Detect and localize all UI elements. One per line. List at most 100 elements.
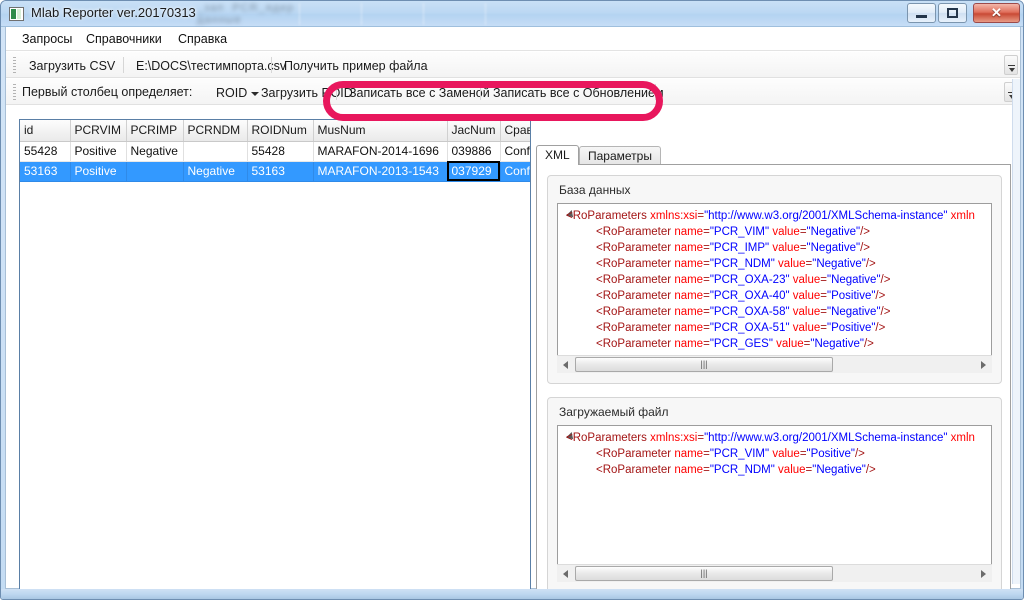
xml-root-value: "http://www.w3.org/2001/XMLSchema-instan…: [704, 432, 948, 444]
xml-child-tag: <RoParameter: [596, 338, 675, 350]
xml-viewer-database[interactable]: <RoParameters xmlns:xsi = "http://www.w3.o…: [557, 203, 992, 363]
xml-content-file: <RoParameters xmlns:xsi = "http://www.w3.o…: [558, 430, 991, 478]
column-header-musnum[interactable]: MusNum: [313, 120, 448, 142]
table-row[interactable]: 55428 Positive Negative 55428 MARAFON-20…: [20, 141, 530, 162]
xml-child-tag: <RoParameter: [596, 306, 675, 318]
menu-item-queries[interactable]: Запросы: [16, 31, 78, 48]
xml-root-tag: <RoParameters: [566, 432, 651, 444]
xml-child-line: <RoParameter name="PCR_NDM" value="Negat…: [558, 462, 991, 478]
cell-musnum[interactable]: MARAFON-2013-1543: [313, 161, 448, 182]
xml-root-attr2: xmln: [947, 210, 975, 222]
cell-compare[interactable]: Conflict: [500, 161, 530, 182]
scroll-left-arrow-icon[interactable]: [557, 356, 574, 373]
xml-eq: =: [703, 464, 710, 476]
toolbar-grip-icon[interactable]: [13, 57, 16, 73]
cell-pcrimp[interactable]: [126, 161, 184, 182]
xml-eq: =: [703, 226, 710, 238]
xml-file-horizontal-scrollbar[interactable]: |||: [557, 564, 992, 582]
scroll-right-arrow-icon[interactable]: [975, 356, 992, 373]
cell-pcrndm[interactable]: [183, 141, 248, 162]
cell-roidnum[interactable]: 53163: [247, 161, 314, 182]
data-grid[interactable]: id PCRVIM PCRIMP PCRNDM ROIDNum MusNum J…: [19, 119, 531, 599]
table-row[interactable]: 53163 Positive Negative 53163 MARAFON-20…: [20, 161, 530, 182]
xml-child-tag: <RoParameter: [596, 464, 675, 476]
load-csv-button[interactable]: Загрузить CSV: [22, 55, 122, 75]
tab-parameters[interactable]: Параметры: [579, 146, 661, 164]
xml-val-name: value: [792, 322, 821, 334]
cell-musnum[interactable]: MARAFON-2014-1696: [313, 141, 448, 162]
xml-val-value: "Negative": [812, 258, 866, 270]
window-title: Mlab Reporter ver.20170313: [31, 5, 196, 20]
cell-roidnum[interactable]: 55428: [247, 141, 314, 162]
cell-pcrvim[interactable]: Positive: [70, 141, 127, 162]
xml-val-value: "Positive": [826, 290, 876, 302]
xml-self-close: />: [865, 464, 876, 476]
column-header-pcrimp[interactable]: PCRIMP: [126, 120, 184, 142]
cell-id[interactable]: 55428: [20, 141, 71, 162]
scroll-thumb-grip: |||: [700, 359, 708, 369]
xml-eq: =: [703, 306, 710, 318]
cell-pcrimp[interactable]: Negative: [126, 141, 184, 162]
cell-pcrndm[interactable]: Negative: [183, 161, 248, 182]
client-area: Запросы Справочники Справка Загрузить CS…: [5, 27, 1021, 599]
xml-attr-name: name: [674, 226, 704, 238]
write-all-update-button[interactable]: Записать все с Обновлением: [486, 82, 671, 102]
xml-self-close: />: [880, 306, 891, 318]
get-sample-file-button[interactable]: Получить пример файла: [277, 55, 435, 75]
xml-root-attr: xmlns:xsi: [650, 210, 698, 222]
xml-eq: =: [703, 322, 710, 334]
minimize-icon: [908, 4, 935, 22]
maximize-button[interactable]: [938, 3, 967, 23]
cell-jacnum[interactable]: 037929: [447, 161, 501, 182]
title-ghost-gridlines: [191, 1, 1021, 27]
xml-child-tag: <RoParameter: [596, 258, 675, 270]
close-button[interactable]: ✕: [973, 3, 1020, 23]
write-all-replace-button[interactable]: Записать все с Заменой: [342, 82, 497, 102]
xml-root-value: "http://www.w3.org/2001/XMLSchema-instan…: [704, 210, 948, 222]
tab-strip: XML Параметры: [536, 145, 1011, 165]
cell-id[interactable]: 53163: [20, 161, 71, 182]
toolbar-separator: [480, 84, 481, 100]
groupbox-loaded-file-title: Загружаемый файл: [559, 405, 669, 419]
groupbox-database-title: База данных: [559, 183, 631, 197]
column-header-id[interactable]: id: [20, 120, 71, 142]
column-header-compare[interactable]: Сравнен: [500, 120, 530, 142]
tab-xml[interactable]: XML: [536, 145, 579, 165]
column-header-pcrndm[interactable]: PCRNDM: [183, 120, 248, 142]
xml-val-value: "Negative": [826, 306, 881, 318]
xml-self-close: />: [875, 290, 886, 302]
cell-jacnum[interactable]: 039886: [447, 141, 501, 162]
xml-self-close: />: [865, 258, 876, 270]
csv-path-label[interactable]: E:\DOCS\тестимпорта.csv: [129, 55, 293, 75]
xml-viewer-file[interactable]: <RoParameters xmlns:xsi = "http://www.w3.o…: [557, 425, 992, 572]
groupbox-database: База данных <RoParameters xmlns:xsi = "htt…: [547, 175, 1002, 384]
toolbar-overflow-button[interactable]: [1004, 55, 1018, 75]
xml-val-value: "Negative": [826, 274, 881, 286]
xml-root-line: <RoParameters xmlns:xsi="http://www.w3.o…: [558, 430, 991, 446]
xml-child-tag: <RoParameter: [596, 274, 675, 286]
xml-val-value: "Negative": [806, 226, 861, 238]
tab-panel-xml: База данных <RoParameters xmlns:xsi = "htt…: [536, 164, 1011, 599]
scroll-right-arrow-icon[interactable]: [975, 565, 992, 582]
menu-item-help[interactable]: Справка: [172, 31, 233, 48]
column-header-roidnum[interactable]: ROIDNum: [247, 120, 314, 142]
cell-compare[interactable]: Conflict: [500, 141, 530, 162]
xml-child-tag: <RoParameter: [596, 226, 675, 238]
close-icon: ✕: [991, 5, 1002, 20]
menu-item-references[interactable]: Справочники: [80, 31, 168, 48]
scroll-thumb[interactable]: |||: [575, 566, 833, 581]
title-bar[interactable]: Mlab Reporter ver.20170313 _зап PCR_ядер…: [1, 1, 1023, 27]
toolbar-grip-icon[interactable]: [13, 84, 16, 100]
minimize-button[interactable]: [907, 3, 936, 23]
column-header-jacnum[interactable]: JacNum: [447, 120, 501, 142]
scroll-thumb[interactable]: |||: [575, 357, 833, 372]
xml-attr-value: "PCR_NDM": [709, 464, 775, 476]
xml-database-horizontal-scrollbar[interactable]: |||: [557, 355, 992, 373]
xml-child-tag: <RoParameter: [596, 322, 675, 334]
column-header-pcrvim[interactable]: PCRVIM: [70, 120, 127, 142]
cell-pcrvim[interactable]: Positive: [70, 161, 127, 182]
xml-child-line: <RoParameter name="PCR_OXA-51" value="Po…: [558, 320, 991, 336]
xml-self-close: />: [863, 338, 874, 350]
scroll-left-arrow-icon[interactable]: [557, 565, 574, 582]
xml-attr-name: name: [674, 242, 704, 254]
